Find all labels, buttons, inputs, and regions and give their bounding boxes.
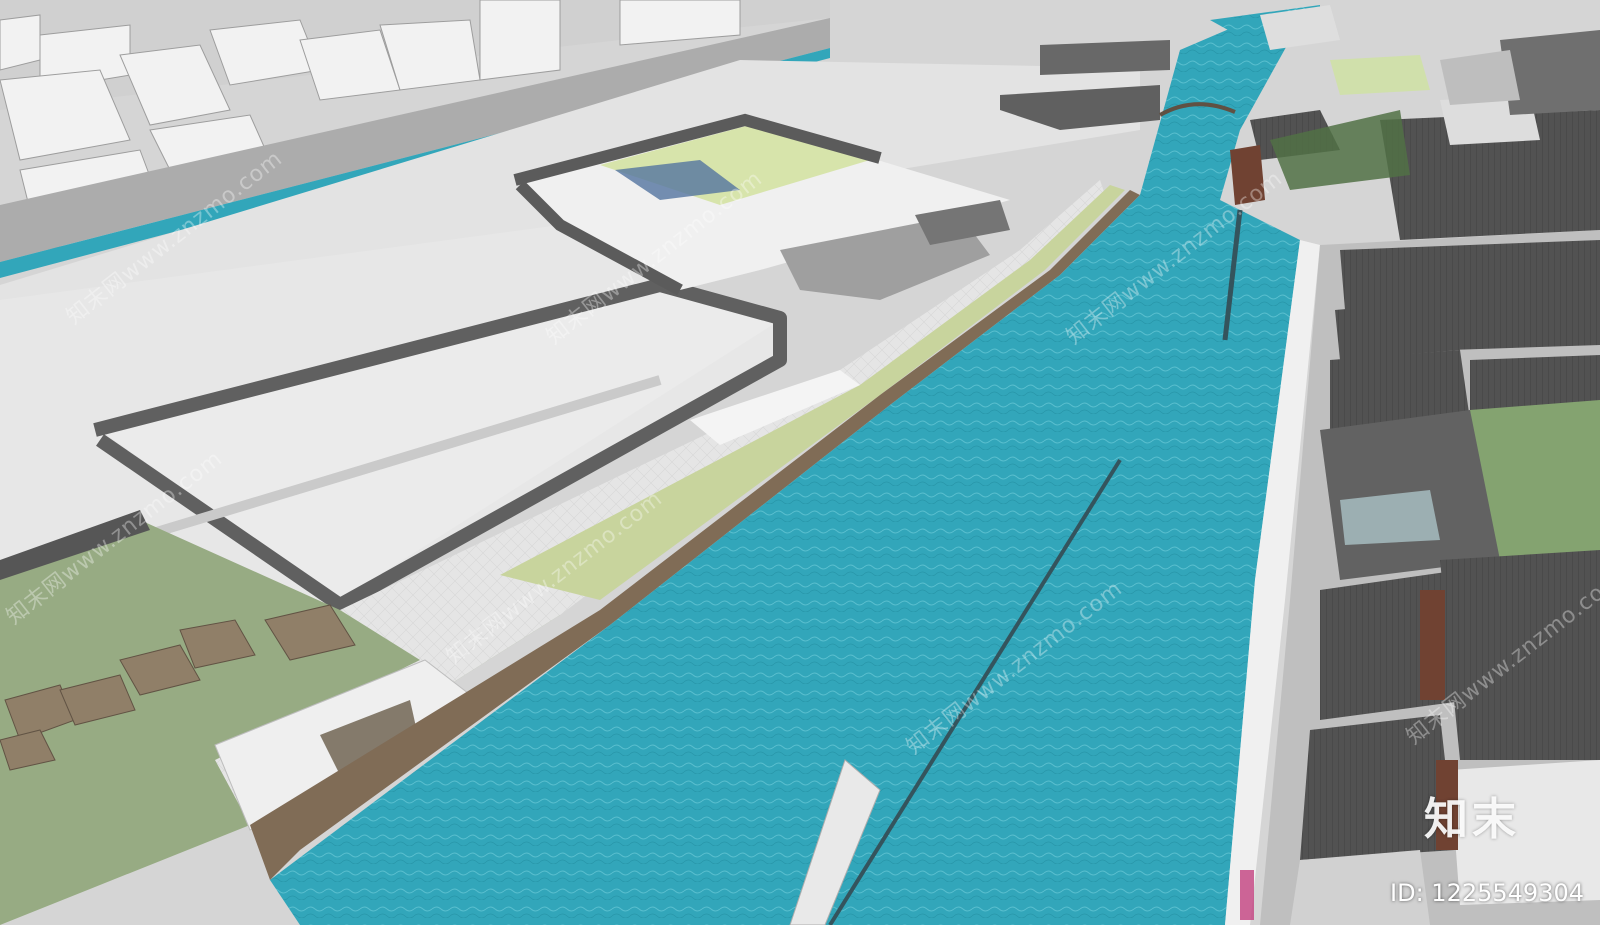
image-id-label: ID: 1225549304 [1390, 879, 1584, 907]
render-canvas [0, 0, 1600, 925]
watermark-logo: 知末 [1424, 794, 1520, 845]
haze [0, 0, 1600, 925]
model-render: 知末网www.znzmo.com 知末网www.znzmo.com 知末网www… [0, 0, 1600, 925]
